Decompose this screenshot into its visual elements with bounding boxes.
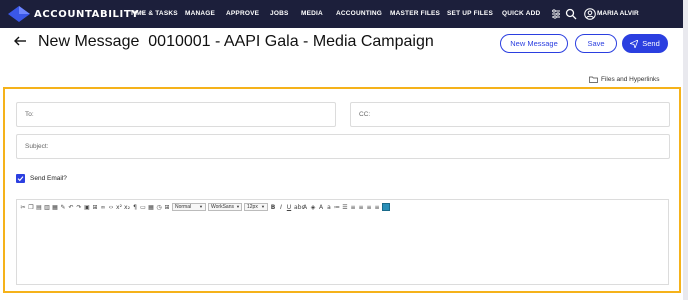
ordered-list-icon[interactable]: ≔ [334,204,340,211]
search-icon[interactable] [565,8,577,20]
copy-icon[interactable]: ❐ [28,204,34,211]
redo-icon[interactable]: ↷ [76,204,82,211]
strikethrough-icon[interactable]: abc [294,204,305,211]
checkmark-icon [17,176,24,182]
save-button[interactable]: Save [575,34,617,53]
back-arrow-icon[interactable] [13,35,27,47]
align-center-icon[interactable]: ≡ [358,204,364,211]
table-insert-icon[interactable]: ⊞ [92,204,98,211]
user-icon[interactable] [584,8,596,20]
send-button[interactable]: Send [622,34,668,53]
format-painter-icon[interactable]: ✎ [60,204,66,211]
nav-item-manage[interactable]: MANAGE [185,10,215,17]
font-select[interactable]: WorkSans ▼ [208,203,242,211]
size-select[interactable]: 12px ▼ [244,203,268,211]
paste-icon[interactable]: ▤ [36,204,42,211]
logo-text: ACCOUNTABILITY [34,8,140,20]
code-icon[interactable]: ‹› [108,204,114,211]
rich-text-editor: ✂ ❐ ▤ ▥ ▦ ✎ ↶ ↷ ▣ ⊞ ∞ ‹› x² x₂ ¶ ▭ ▦ ◷ ⊞… [16,199,669,285]
italic-button[interactable]: I [278,204,284,211]
caret-down-icon: ▼ [261,204,265,209]
nav-item-jobs[interactable]: JOBS [270,10,289,17]
nav-item-set-up-files[interactable]: SET UP FILES [447,10,493,17]
user-name[interactable]: MARIA ALVIR [597,10,639,17]
paste-word-icon[interactable]: ▦ [52,204,58,211]
cc-input[interactable] [351,103,669,126]
nav-item-approve[interactable]: APPROVE [226,10,259,17]
send-icon [630,39,639,48]
send-button-label: Send [642,39,660,48]
highlight-color-icon[interactable]: ◈ [310,204,316,211]
filter-icon[interactable] [550,8,562,20]
paragraph-icon[interactable]: ¶ [132,204,138,211]
files-and-hyperlinks-button[interactable]: Files and Hyperlinks [589,73,660,86]
calendar-icon[interactable]: ▦ [148,204,154,211]
link-icon[interactable]: ∞ [100,204,106,211]
folder-insert-icon[interactable]: ▭ [140,204,146,211]
align-right-icon[interactable]: ≡ [366,204,372,211]
top-nav-bar: ACCOUNTABILITY ™ TIME & TASKS MANAGE APPR… [0,0,688,28]
image-icon[interactable]: ▣ [84,204,90,211]
align-left-icon[interactable]: ≡ [350,204,356,211]
font-select-value: WorkSans [211,204,234,210]
cc-field[interactable] [350,102,670,127]
format-select[interactable]: Normal ▼ [172,203,206,211]
superscript-icon[interactable]: x² [116,204,122,211]
undo-icon[interactable]: ↶ [68,204,74,211]
size-select-value: 12px [247,204,258,210]
unordered-list-icon[interactable]: ☰ [342,204,348,211]
folder-icon [589,76,598,83]
underline-button[interactable]: U [286,204,292,211]
to-input[interactable] [17,103,335,126]
clock-icon[interactable]: ◷ [156,204,162,211]
font-size-decrease-icon[interactable]: a [326,204,332,211]
save-button-label: Save [587,39,605,48]
new-message-button[interactable]: New Message [500,34,568,53]
nav-item-accounting[interactable]: ACCOUNTING [336,10,382,17]
files-and-hyperlinks-label: Files and Hyperlinks [601,76,660,83]
bold-button[interactable]: B [270,204,276,211]
paste-text-icon[interactable]: ▥ [44,204,50,211]
font-color-icon[interactable]: A [302,204,308,211]
cut-icon[interactable]: ✂ [20,204,26,211]
page-title: New Message 0010001 - AAPI Gala - Media … [38,33,434,50]
nav-item-media[interactable]: MEDIA [301,10,323,17]
app-logo[interactable]: ACCOUNTABILITY ™ [8,6,145,22]
subscript-icon[interactable]: x₂ [124,204,130,211]
table-icon[interactable]: ⊞ [164,204,170,211]
editor-body[interactable] [17,214,668,286]
nav-item-time-tasks[interactable]: TIME & TASKS [130,10,178,17]
format-select-value: Normal [175,204,192,210]
font-size-increase-icon[interactable]: A [318,204,324,211]
subject-input[interactable] [17,135,669,158]
fullscreen-icon[interactable] [382,203,390,211]
scrollbar-track[interactable] [683,0,688,300]
editor-toolbar: ✂ ❐ ▤ ▥ ▦ ✎ ↶ ↷ ▣ ⊞ ∞ ‹› x² x₂ ¶ ▭ ▦ ◷ ⊞… [17,200,668,214]
logo-mark-icon [8,6,30,22]
send-email-label: Send Email? [30,175,67,182]
to-field[interactable] [16,102,336,127]
caret-down-icon: ▼ [199,204,203,209]
subject-field[interactable] [16,134,670,159]
nav-item-master-files[interactable]: MASTER FILES [390,10,440,17]
caret-down-icon: ▼ [235,204,240,209]
new-message-button-label: New Message [510,39,558,48]
send-email-row: Send Email? [16,174,67,183]
send-email-checkbox[interactable] [16,174,25,183]
align-justify-icon[interactable]: ≡ [374,204,380,211]
nav-item-quick-add[interactable]: QUICK ADD [502,10,540,17]
